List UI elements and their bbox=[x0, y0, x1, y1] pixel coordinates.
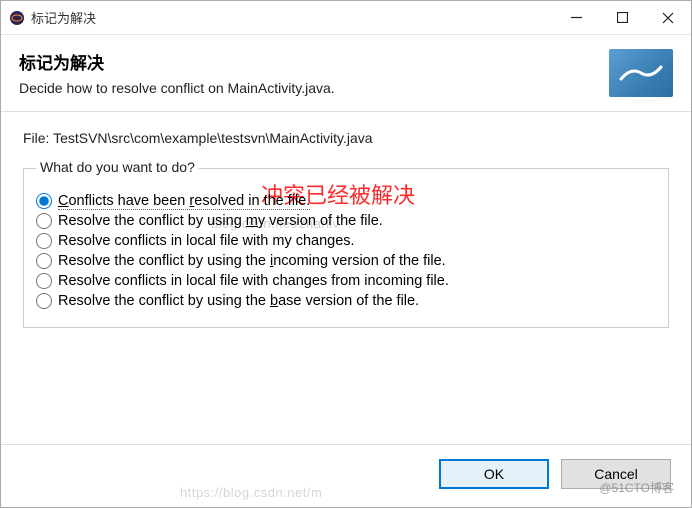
option-local-incoming-changes[interactable]: Resolve conflicts in local file with cha… bbox=[36, 273, 656, 289]
tag-label: @51CTO博客 bbox=[599, 479, 674, 496]
minimize-button[interactable] bbox=[553, 1, 599, 34]
close-button[interactable] bbox=[645, 1, 691, 34]
radio-local-incoming[interactable] bbox=[36, 273, 52, 289]
radio-local-my[interactable] bbox=[36, 233, 52, 249]
group-label: What do you want to do? bbox=[36, 159, 199, 175]
radio-resolved[interactable] bbox=[36, 193, 52, 209]
header-subtitle: Decide how to resolve conflict on MainAc… bbox=[19, 80, 609, 96]
options-group: What do you want to do? Conflicts have b… bbox=[23, 168, 669, 328]
option-local-my-changes[interactable]: Resolve conflicts in local file with my … bbox=[36, 233, 656, 249]
button-row: OK Cancel bbox=[1, 445, 691, 507]
window-controls bbox=[553, 1, 691, 34]
file-path-label: File: TestSVN\src\com\example\testsvn\Ma… bbox=[23, 130, 669, 146]
option-resolved[interactable]: Conflicts have been resolved in the file… bbox=[36, 193, 656, 209]
ok-button[interactable]: OK bbox=[439, 459, 549, 489]
radio-my-version[interactable] bbox=[36, 213, 52, 229]
maximize-button[interactable] bbox=[599, 1, 645, 34]
dialog-window: 标记为解决 标记为解决 Decide how to resolve confli… bbox=[0, 0, 692, 508]
titlebar-title: 标记为解决 bbox=[31, 8, 553, 27]
header-title: 标记为解决 bbox=[19, 49, 609, 74]
eclipse-icon bbox=[9, 10, 25, 26]
content-area: File: TestSVN\src\com\example\testsvn\Ma… bbox=[1, 112, 691, 444]
svn-logo-icon bbox=[609, 49, 673, 97]
titlebar: 标记为解决 bbox=[1, 1, 691, 35]
option-use-incoming[interactable]: Resolve the conflict by using the incomi… bbox=[36, 253, 656, 269]
radio-incoming[interactable] bbox=[36, 253, 52, 269]
option-use-base[interactable]: Resolve the conflict by using the base v… bbox=[36, 293, 656, 309]
radio-base[interactable] bbox=[36, 293, 52, 309]
option-use-my-version[interactable]: Resolve the conflict by using my version… bbox=[36, 213, 656, 229]
header-area: 标记为解决 Decide how to resolve conflict on … bbox=[1, 35, 691, 112]
